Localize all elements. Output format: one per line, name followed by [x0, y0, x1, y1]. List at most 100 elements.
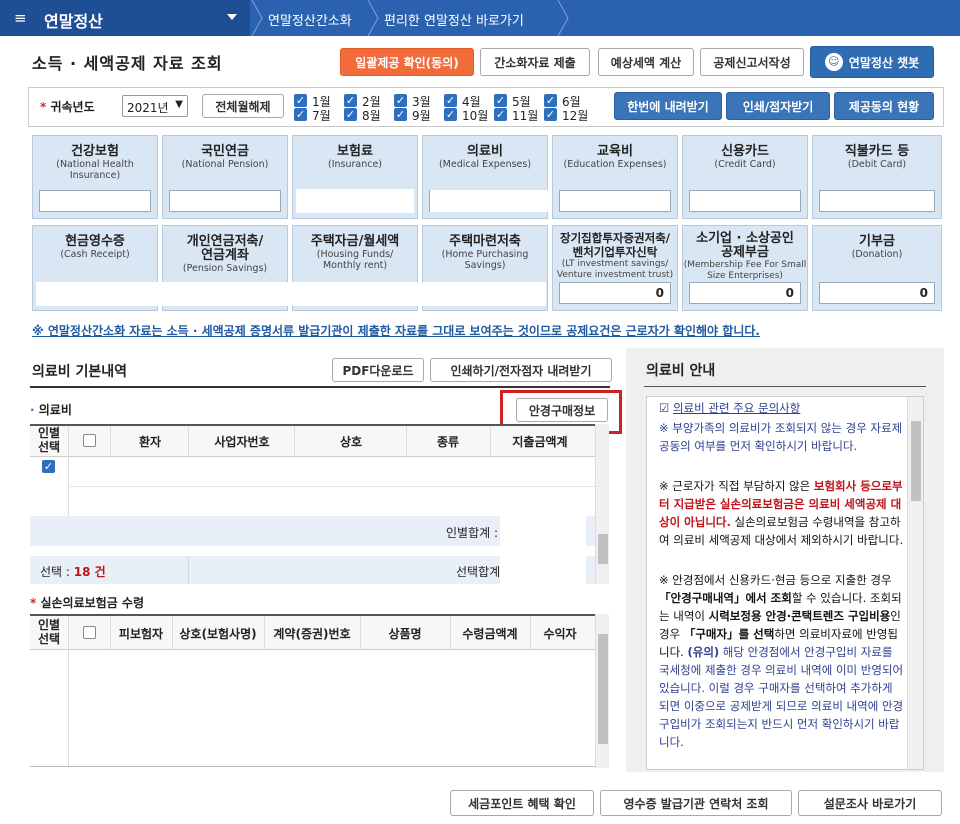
breadcrumb-separator-icon — [251, 0, 263, 36]
month-checkbox-6[interactable]: ✓ — [544, 94, 557, 107]
card-title: 주택마련저축 — [449, 234, 521, 249]
grid-line — [264, 616, 265, 650]
month-label: 11월 — [512, 109, 539, 123]
guide-link[interactable]: ☑ 의료비 관련 주요 문의사항 — [659, 399, 905, 417]
select-all-checkbox[interactable] — [83, 434, 96, 447]
card-value: 0 — [689, 282, 801, 304]
card-value: 0 — [819, 282, 935, 304]
month-checkbox-8[interactable]: ✓ — [344, 108, 357, 121]
pdf-download-button[interactable]: PDF다운로드 — [332, 358, 424, 382]
breadcrumb-item-shortcut[interactable]: 편리한 연말정산 바로가기 — [384, 0, 524, 36]
submit-data-button[interactable]: 간소화자료 제출 — [480, 48, 590, 76]
scrollbar-thumb[interactable] — [598, 634, 608, 744]
month-checkbox-11[interactable]: ✓ — [494, 108, 507, 121]
chatbot-button[interactable]: ☺ 연말정산 챗봇 — [810, 46, 934, 78]
subtotal-label: 인별합계 : — [446, 526, 499, 540]
table-bottom-line — [30, 766, 595, 767]
tax-point-button[interactable]: 세금포인트 혜택 확인 — [450, 790, 594, 816]
card-subtitle: (National Pension) — [181, 159, 269, 170]
scrollbar-thumb[interactable] — [911, 421, 921, 501]
month-checkbox-1[interactable]: ✓ — [294, 94, 307, 107]
card-title: 장기집합투자증권저축/ 벤처기업투자신탁 — [560, 231, 670, 259]
column-header: 종류 — [436, 435, 460, 449]
toggle-all-months-button[interactable]: 전체월해제 — [202, 94, 284, 118]
print-download-button[interactable]: 인쇄하기/전자점자 내려받기 — [430, 358, 612, 382]
month-label: 12월 — [562, 109, 589, 123]
month-checkbox-10[interactable]: ✓ — [444, 108, 457, 121]
insurance-table-scrollbar[interactable] — [595, 614, 609, 768]
glasses-purchase-button[interactable]: 안경구매정보 — [516, 398, 608, 422]
month-checkbox-3[interactable]: ✓ — [394, 94, 407, 107]
card-subtitle: (Home Purchasing Savings) — [441, 249, 529, 271]
grid-line — [530, 616, 531, 650]
external-link-icon: ☑ — [659, 401, 673, 415]
card-donation[interactable]: 기부금 (Donation) 0 — [812, 225, 942, 311]
section-title-medical: 의료비 기본내역 — [32, 364, 128, 380]
card-subtitle: (LT investment savings/ Venture investme… — [556, 259, 674, 280]
guide-scrollbar[interactable] — [907, 397, 923, 769]
guide-title: 의료비 안내 — [646, 363, 716, 379]
card-value: 0 — [559, 282, 671, 304]
card-national-pension[interactable]: 국민연금 (National Pension) — [162, 135, 288, 219]
card-subtitle: (Education Expenses) — [563, 159, 667, 170]
page-title: 소득 · 세액공제 자료 조회 — [32, 54, 223, 73]
month-checkbox-4[interactable]: ✓ — [444, 94, 457, 107]
chevron-down-icon: ▼ — [175, 99, 183, 110]
write-report-button[interactable]: 공제신고서작성 — [700, 48, 804, 76]
card-health-insurance[interactable]: 건강보험 (National Health Insurance) — [32, 135, 158, 219]
card-small-enterprise-fee[interactable]: 소기업 · 소상공인 공제부금 (Membership Fee For Smal… — [682, 225, 808, 311]
row-checkbox[interactable]: ✓ — [42, 460, 55, 473]
download-all-button[interactable]: 한번에 내려받기 — [614, 92, 722, 120]
guide-content: ☑ 의료비 관련 주요 문의사항 ※ 부양가족의 의료비가 조회되지 않는 경우… — [646, 396, 924, 770]
row-divider — [68, 486, 595, 487]
card-title: 의료비 — [467, 144, 503, 159]
top-nav: 연말정산 ≡ 연말정산간소화 편리한 연말정산 바로가기 — [0, 0, 960, 36]
card-subtitle: (Pension Savings) — [182, 263, 268, 274]
card-subtitle: (Insurance) — [327, 159, 383, 170]
column-header: 상품명 — [388, 627, 422, 641]
month-checkbox-2[interactable]: ✓ — [344, 94, 357, 107]
medical-table-scrollbar[interactable] — [595, 424, 609, 584]
card-debit-card[interactable]: 직불카드 등 (Debit Card) — [812, 135, 942, 219]
hamburger-icon[interactable]: ≡ — [14, 9, 27, 27]
main-menu-button[interactable]: 연말정산 — [0, 0, 250, 36]
card-lt-investment-savings[interactable]: 장기집합투자증권저축/ 벤처기업투자신탁 (LT investment savi… — [552, 225, 678, 311]
card-value — [39, 190, 151, 212]
card-subtitle: (Membership Fee For Small Size Enterpris… — [683, 260, 807, 281]
year-select-value: 2021년 — [127, 101, 169, 115]
month-checkbox-5[interactable]: ✓ — [494, 94, 507, 107]
breadcrumb-item-simplified[interactable]: 연말정산간소화 — [268, 0, 352, 36]
month-checkbox-7[interactable]: ✓ — [294, 108, 307, 121]
consent-button[interactable]: 일괄제공 확인(동의) — [340, 48, 474, 76]
chevron-down-icon[interactable] — [227, 14, 237, 20]
print-braille-button[interactable]: 인쇄/점자받기 — [726, 92, 830, 120]
column-header: 상호 — [339, 435, 363, 449]
scrollbar-thumb[interactable] — [598, 534, 608, 564]
estimate-tax-button[interactable]: 예상세액 계산 — [598, 48, 694, 76]
month-checkbox-12[interactable]: ✓ — [544, 108, 557, 121]
year-select[interactable]: 2021년 ▼ — [122, 95, 188, 117]
column-header: 수령금액계 — [462, 627, 518, 641]
card-subtitle: (Medical Expenses) — [438, 159, 532, 170]
receipt-contact-button[interactable]: 영수증 발급기관 연락처 조회 — [600, 790, 792, 816]
guide-paragraph-3: ※ 안경점에서 신용카드·현금 등으로 지출한 경우 「안경구매내역」에서 조회… — [659, 573, 904, 749]
redaction-mask — [430, 190, 550, 212]
select-all-checkbox[interactable] — [83, 626, 96, 639]
chatbot-label: 연말정산 챗봇 — [848, 55, 920, 70]
card-title: 건강보험 — [71, 144, 119, 159]
redaction-mask — [296, 189, 414, 213]
card-education-expenses[interactable]: 교육비 (Education Expenses) — [552, 135, 678, 219]
column-header: 인별 선택 — [37, 618, 61, 646]
survey-button[interactable]: 설문조사 바로가기 — [798, 790, 942, 816]
grid-line — [450, 616, 451, 650]
month-checkbox-9[interactable]: ✓ — [394, 108, 407, 121]
grid-line — [490, 426, 491, 456]
selected-count: 선택 : 18 건 — [40, 565, 106, 579]
grid-line — [360, 616, 361, 650]
card-credit-card[interactable]: 신용카드 (Credit Card) — [682, 135, 808, 219]
card-value — [689, 190, 801, 212]
card-title: 주택자금/월세액 — [310, 234, 400, 249]
month-label: 9월 — [412, 109, 431, 123]
column-header: 피보험자 — [118, 627, 164, 641]
consent-status-button[interactable]: 제공동의 현황 — [834, 92, 934, 120]
